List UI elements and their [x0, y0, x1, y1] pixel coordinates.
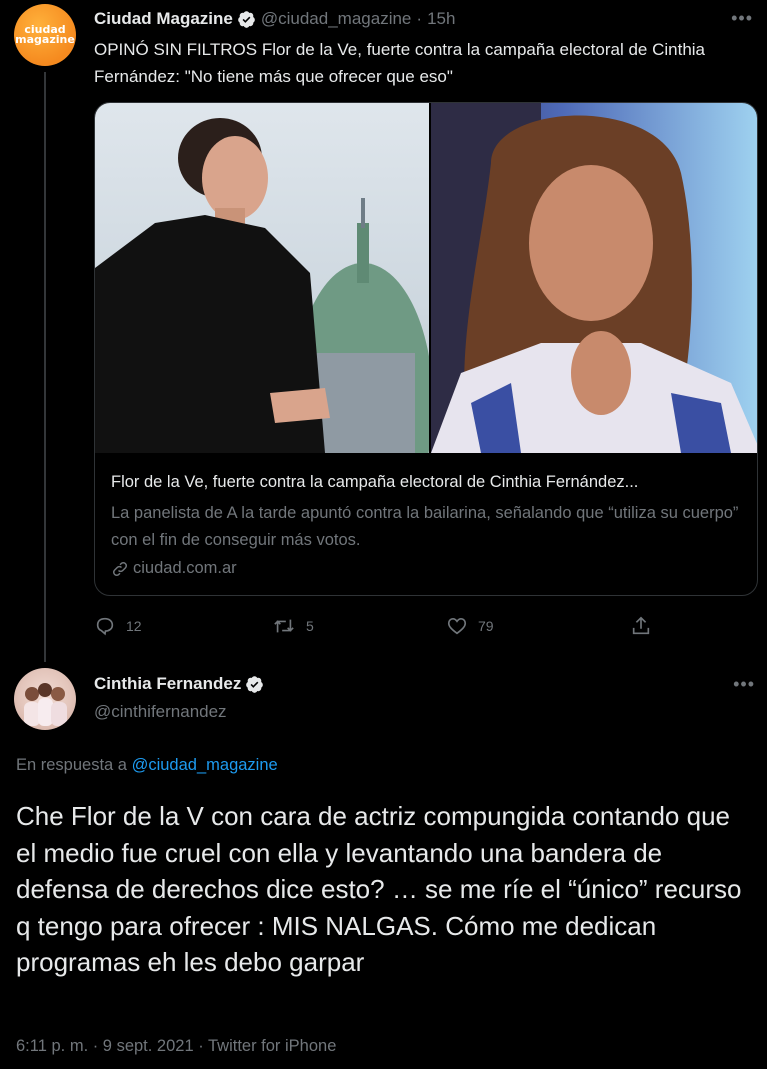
more-options-icon[interactable]: ••• — [733, 674, 755, 695]
retweet-count: 5 — [306, 618, 314, 634]
tweet2-author-name[interactable]: Cinthia Fernandez — [94, 674, 241, 694]
avatar-cinthia-fernandez[interactable] — [14, 668, 76, 730]
tweet2-text: Che Flor de la V con cara de actriz comp… — [16, 801, 742, 977]
separator-dot: · — [416, 9, 423, 28]
link-preview-card[interactable]: Flor de la Ve, fuerte contra la campaña … — [94, 102, 758, 596]
card-domain[interactable]: ciudad.com.ar — [111, 559, 237, 578]
tweet1-author-name[interactable]: Ciudad Magazine — [94, 9, 233, 29]
reply-prefix: En respuesta a — [16, 756, 127, 774]
avatar-logo-text: ciudad magazine — [15, 23, 75, 46]
card-image — [95, 103, 757, 453]
heart-icon — [447, 618, 467, 635]
tweet1-author-handle[interactable]: @ciudad_magazine — [261, 9, 412, 29]
thread-connector-line — [44, 72, 46, 662]
tweet2-timestamp[interactable]: 6:11 p. m. · 9 sept. 2021 · Twitter for … — [16, 1037, 336, 1056]
reply-context: En respuesta a @ciudad_magazine — [16, 756, 278, 775]
tweet2-author-handle[interactable]: @cinthifernandez — [94, 702, 227, 722]
reply-icon — [96, 617, 114, 636]
card-image-right-photo — [429, 103, 757, 453]
reply-count: 12 — [126, 618, 142, 634]
tweet1-header: Ciudad Magazine @ciudad_magazine · 15h •… — [94, 8, 753, 30]
share-button[interactable] — [630, 612, 652, 640]
like-button[interactable]: 79 — [446, 612, 494, 640]
tweet1-actions: 12 5 79 — [94, 612, 654, 640]
tweet1-text: OPINÓ SIN FILTROS Flor de la Ve, fuerte … — [94, 40, 706, 86]
like-count: 79 — [478, 618, 494, 634]
card-title[interactable]: Flor de la Ve, fuerte contra la campaña … — [111, 473, 745, 492]
card-description: La panelista de A la tarde apuntó contra… — [111, 504, 739, 549]
card-image-left-photo — [95, 103, 429, 453]
verified-badge-icon — [237, 10, 256, 29]
tweet2-author: Cinthia Fernandez — [94, 674, 264, 694]
avatar-ciudad-magazine[interactable]: ciudad magazine — [14, 4, 76, 66]
share-icon — [632, 616, 650, 635]
more-options-icon[interactable]: ••• — [731, 8, 753, 29]
card-domain-text: ciudad.com.ar — [133, 559, 237, 577]
link-icon — [112, 561, 128, 576]
reply-mention-link[interactable]: @ciudad_magazine — [132, 756, 278, 774]
verified-badge-icon — [245, 675, 264, 694]
tweet1-time[interactable]: 15h — [427, 9, 455, 29]
reply-button[interactable]: 12 — [94, 612, 142, 640]
retweet-button[interactable]: 5 — [272, 612, 314, 640]
retweet-icon — [274, 619, 294, 633]
